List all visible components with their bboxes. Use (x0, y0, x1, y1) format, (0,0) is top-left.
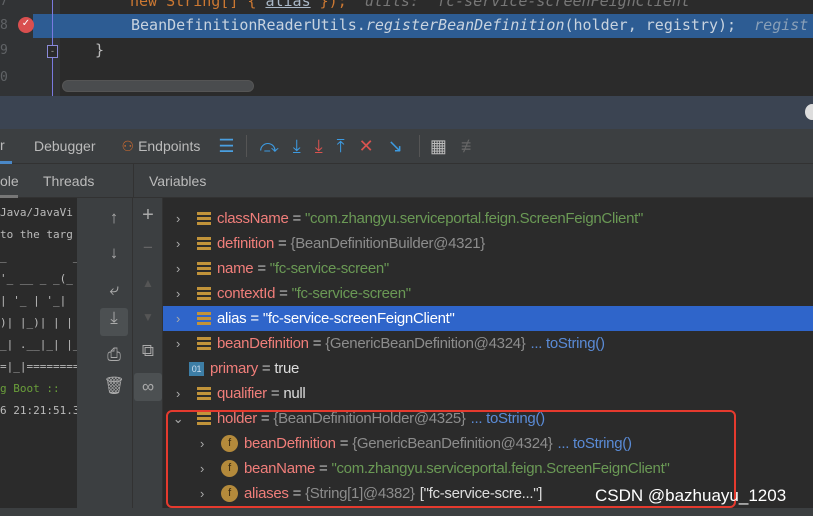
console-output[interactable]: Java/JavaVi to the targ _ _ '_ __ _ _(_ | '_… (0, 198, 77, 498)
tab-variables[interactable]: Variables (149, 173, 206, 189)
field-icon (197, 386, 211, 401)
variable-row[interactable]: › className = "com.zhangyu.serviceportal.fe… (163, 206, 813, 231)
variables-actions: + − ▲ ▼ ⧉ ∞ (133, 198, 163, 508)
variable-value: {GenericBeanDefinition@4324} (325, 335, 526, 352)
scroll-to-end-icon[interactable]: ⤓ (100, 308, 128, 336)
variable-value: true (274, 360, 300, 377)
code-line-7: new String[] { alias }); utils: "fc-serv… (130, 0, 699, 10)
debug-toolbar: r Debugger ⚇ Endpoints ☰ ⤼ ⤓ ⤓ ⤒ ✕ ↘ ▦ ≢ (0, 129, 813, 164)
line-number: 9 (0, 43, 8, 58)
chevron-right-icon[interactable]: › (171, 211, 185, 226)
print-icon[interactable]: ⎙ (103, 345, 125, 365)
tostring-link[interactable]: ... toString() (531, 335, 605, 352)
console-line: )| |_)| | | (0, 316, 73, 329)
watermark: CSDN @bazhuayu_1203 (595, 486, 787, 505)
watches-glasses-icon[interactable]: ∞ (134, 373, 162, 401)
move-up-icon[interactable]: ▲ (137, 276, 159, 290)
variable-value: "com.zhangyu.serviceportal.feign.ScreenF… (304, 210, 643, 227)
console-line: =|_|========= (0, 360, 77, 373)
code-line-9: } (95, 41, 105, 59)
boolean-icon: 01 (189, 361, 204, 376)
field-icon (197, 236, 211, 251)
variable-row[interactable]: › beanDefinition = {GenericBeanDefinition@4… (163, 331, 813, 356)
debugger-subtabs: ole Threads Variables (0, 164, 813, 198)
variable-value: null (283, 385, 306, 402)
console-line: g Boot :: (0, 382, 60, 395)
soft-wrap-icon[interactable]: ⤶ (103, 280, 125, 300)
chevron-right-icon[interactable]: › (171, 311, 185, 326)
console-line: '_ __ _ _(_ (0, 272, 73, 285)
variable-row[interactable]: 01 primary = true (163, 356, 813, 381)
variable-name: primary (210, 360, 258, 377)
console-line: _| .__|_| |_ (0, 338, 77, 351)
minus-icon[interactable]: − (137, 238, 159, 258)
console-line: | '_ | '_| (0, 294, 67, 307)
panel-header (0, 96, 813, 129)
settings-icon[interactable] (805, 104, 813, 120)
horizontal-scrollbar[interactable] (62, 80, 254, 92)
variable-value: "fc-service-screen" (269, 260, 389, 277)
status-bar (0, 508, 813, 516)
chevron-right-icon[interactable]: › (171, 261, 185, 276)
tab-console[interactable]: r (0, 129, 12, 164)
variable-row[interactable]: › contextId = "fc-service-screen" (163, 281, 813, 306)
step-out-icon[interactable]: ⤒ (337, 136, 345, 157)
copy-icon[interactable]: ⧉ (137, 341, 159, 361)
console-line: to the targ (0, 228, 73, 241)
console-line: _ _ (0, 250, 77, 263)
variable-name: contextId (217, 285, 276, 302)
code-line-8: BeanDefinitionReaderUtils.registerBeanDe… (131, 16, 809, 34)
up-arrow-icon[interactable]: ↑ (103, 208, 125, 228)
drop-frame-icon[interactable]: ✕ (359, 136, 374, 157)
evaluate-expression-icon[interactable]: ▦ (430, 136, 447, 157)
down-arrow-icon[interactable]: ↓ (103, 243, 125, 263)
chevron-right-icon[interactable]: › (171, 286, 185, 301)
variable-name: qualifier (217, 385, 267, 402)
variable-name: className (217, 210, 289, 227)
tab-debugger[interactable]: Debugger (34, 138, 96, 154)
console-actions: ↑ ↓ ⤶ ⤓ ⎙ 🗑 (77, 198, 133, 508)
console-line: 6 21:21:51.3 (0, 404, 77, 417)
field-icon (197, 261, 211, 276)
variable-value: {BeanDefinitionBuilder@4321} (290, 235, 486, 252)
trash-icon[interactable]: 🗑 (103, 376, 125, 396)
trace-icon[interactable]: ≢ (461, 136, 479, 157)
chevron-right-icon[interactable]: › (171, 236, 185, 251)
force-step-into-icon[interactable]: ⤓ (315, 136, 323, 157)
line-number: 8 (0, 18, 8, 33)
console-line: Java/JavaVi (0, 206, 73, 219)
endpoints-icon: ⚇ (121, 137, 135, 154)
show-execution-point-icon[interactable]: ☰ (218, 136, 234, 157)
variable-row[interactable]: › definition = {BeanDefinitionBuilder@4321} (163, 231, 813, 256)
field-icon (197, 336, 211, 351)
variable-value: "fc-service-screenFeignClient" (262, 310, 455, 327)
tab-threads[interactable]: Threads (43, 173, 94, 189)
variable-row[interactable]: › qualifier = null (163, 381, 813, 406)
variable-name: alias (217, 310, 247, 327)
variable-row[interactable]: › alias = "fc-service-screenFeignClient" (163, 306, 813, 331)
tab-console-sub[interactable]: ole (0, 173, 19, 189)
variable-name: beanDefinition (217, 335, 309, 352)
run-to-cursor-icon[interactable]: ↘ (388, 136, 403, 157)
plus-icon[interactable]: + (137, 204, 159, 227)
variable-name: definition (217, 235, 275, 252)
chevron-right-icon[interactable]: › (171, 386, 185, 401)
variable-row[interactable]: › name = "fc-service-screen" (163, 256, 813, 281)
field-icon (197, 211, 211, 226)
line-number: 7 (0, 0, 8, 9)
chevron-right-icon[interactable]: › (171, 336, 185, 351)
tab-endpoints[interactable]: Endpoints (138, 138, 200, 154)
line-number: 0 (0, 70, 8, 85)
variable-value: "fc-service-screen" (291, 285, 411, 302)
field-icon (197, 286, 211, 301)
code-editor[interactable]: 7 8 9 0 ✓ - new String[] { alias }); uti… (0, 0, 813, 96)
breakpoint-icon[interactable]: ✓ (18, 17, 34, 33)
step-into-icon[interactable]: ⤓ (293, 136, 301, 157)
fold-icon[interactable]: - (47, 45, 58, 58)
variable-name: name (217, 260, 254, 277)
move-down-icon[interactable]: ▼ (137, 310, 159, 324)
step-over-icon[interactable]: ⤼ (259, 136, 278, 157)
field-icon (197, 311, 211, 326)
